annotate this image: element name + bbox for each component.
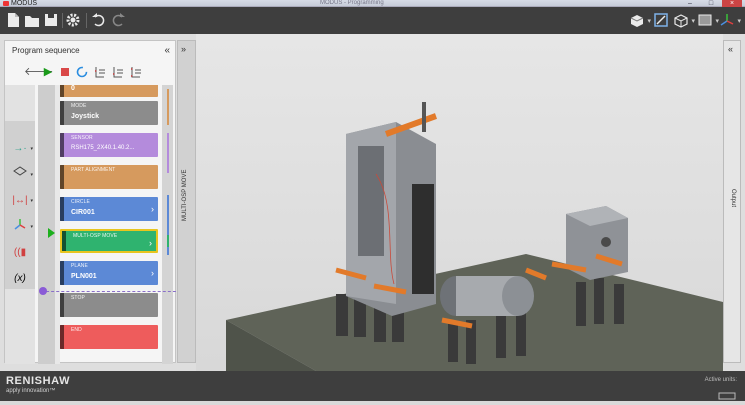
cylinder-part — [440, 276, 534, 316]
axes-icon[interactable]: ▾ — [718, 11, 741, 29]
toolbar-separator — [62, 13, 63, 28]
card-label: CIRCLE — [71, 199, 90, 205]
card-label: MODE — [71, 103, 87, 109]
display-mode-icon[interactable]: ▾ — [696, 11, 719, 29]
sequence-item-plane[interactable]: PLANE PLN001 › — [60, 261, 158, 285]
probe-arm — [384, 102, 438, 137]
new-file-icon[interactable] — [4, 11, 22, 29]
window-caption: MODUS - Programming — [320, 0, 384, 6]
brand-logo: RENISHAW — [6, 375, 71, 387]
current-step-cursor-icon — [48, 228, 55, 238]
scroll-marker — [167, 89, 169, 125]
zoom-fit-icon[interactable] — [652, 11, 670, 29]
sequence-item-multi-osp-move[interactable]: MULTI-OSP MOVE › — [60, 229, 158, 253]
card-label: PART ALIGNMENT — [71, 167, 116, 173]
brand-tagline: apply innovation™ — [6, 388, 56, 394]
card-edge — [60, 197, 64, 221]
toolbar-separator — [86, 13, 87, 28]
dimension-icon[interactable]: |↔| ▾ — [8, 191, 33, 211]
feature-icon[interactable]: ▾ — [8, 165, 33, 185]
minimize-button[interactable]: – — [680, 0, 700, 7]
sequence-item-sensor[interactable]: SENSOR RSH175_2X40.1.40.2... — [60, 133, 158, 157]
sequence-item-part-alignment[interactable]: PART ALIGNMENT — [60, 165, 158, 189]
settings-icon[interactable] — [64, 11, 82, 29]
card-edge — [60, 293, 64, 317]
card-edge — [60, 261, 64, 285]
main-toolbar: ▾ ▾ ▾ ▾ — [0, 7, 745, 34]
modus-logo-icon — [3, 1, 9, 6]
card-value: RSH175_2X40.1.40.2... — [71, 145, 135, 151]
3d-viewport[interactable] — [196, 34, 723, 371]
window-title: MODUS — [11, 0, 38, 7]
maximize-button[interactable]: □ — [701, 0, 721, 7]
card-label: STOP — [71, 295, 85, 301]
active-units-label: Active units: — [704, 377, 737, 383]
window-tab[interactable]: MODUS — [2, 0, 37, 7]
view-cube-icon[interactable]: ▾ — [672, 11, 695, 29]
back-icon[interactable]: 🡐 — [24, 65, 54, 79]
chevron-right-icon[interactable]: › — [151, 204, 154, 214]
output-panel-title: Output — [730, 189, 736, 208]
step-icon[interactable] — [93, 65, 107, 79]
chevron-right-icon[interactable]: › — [151, 268, 154, 278]
card-label: PLANE — [71, 263, 88, 269]
play-icon[interactable]: ▶ — [41, 65, 55, 79]
card-edge — [60, 133, 64, 157]
card-value: 0 — [71, 85, 75, 92]
cmm-scene — [226, 102, 723, 371]
card-value: PLN001 — [71, 273, 97, 280]
close-button[interactable]: × — [722, 0, 742, 7]
sequence-scrollbar[interactable] — [162, 85, 173, 364]
sequence-gutter — [38, 85, 55, 364]
card-label: SENSOR — [71, 135, 93, 141]
card-label: END — [71, 327, 82, 333]
execution-line — [41, 291, 181, 292]
cube-icon[interactable]: ▾ — [628, 11, 651, 29]
card-label: MULTI-OSP MOVE — [73, 233, 118, 239]
probe-icon[interactable]: ((▮ — [8, 243, 32, 263]
expand-output-button[interactable]: « — [728, 44, 733, 54]
sequence-item[interactable]: 0 — [60, 85, 158, 97]
collapse-panel-button[interactable]: « — [164, 41, 170, 61]
sequence-item-circle[interactable]: CIRCLE CIR001 › — [60, 197, 158, 221]
units-indicator-icon[interactable] — [717, 387, 737, 400]
card-value: CIR001 — [71, 209, 95, 216]
chevron-right-icon[interactable]: › — [149, 238, 152, 248]
redo-icon[interactable] — [109, 11, 127, 29]
side-panel-title: MULTI-OSP MOVE — [182, 169, 188, 221]
workspace: Program sequence « 🡐 ▶ →· ▾ ▾ |↔| ▾ ▾ ((▮ … — [0, 34, 745, 371]
program-sequence-panel: Program sequence « 🡐 ▶ →· ▾ ▾ |↔| ▾ ▾ ((▮ … — [4, 40, 181, 364]
sequence-list: 0 MODE Joystick SENSOR RSH175_2X40.1.40.2.… — [60, 85, 160, 364]
variable-icon[interactable]: (x) — [8, 269, 32, 289]
card-edge — [60, 85, 64, 97]
undo-icon[interactable] — [90, 11, 108, 29]
step-all-icon[interactable] — [129, 65, 143, 79]
sequence-item-mode[interactable]: MODE Joystick — [60, 101, 158, 125]
output-panel[interactable]: « Output — [723, 40, 741, 363]
move-icon[interactable]: →· ▾ — [8, 139, 33, 159]
card-edge — [60, 101, 64, 125]
status-bar: RENISHAW apply innovation™ Active units: — [0, 371, 745, 401]
save-icon[interactable] — [42, 11, 60, 29]
scroll-marker — [167, 235, 169, 247]
card-edge — [60, 165, 64, 189]
step-back-icon[interactable] — [111, 65, 125, 79]
expand-panel-button[interactable]: » — [181, 44, 186, 54]
card-edge — [62, 231, 66, 251]
sequence-toolbar: 🡐 ▶ — [5, 63, 175, 83]
execution-marker[interactable] — [39, 287, 47, 295]
sequence-item-stop[interactable]: STOP — [60, 293, 158, 317]
sequence-item-end[interactable]: END — [60, 325, 158, 349]
open-folder-icon[interactable] — [23, 11, 41, 29]
scroll-marker — [167, 133, 169, 173]
panel-title: Program sequence — [12, 46, 80, 55]
card-value: Joystick — [71, 113, 100, 120]
title-bar: MODUS MODUS - Programming – □ × — [0, 0, 745, 7]
card-edge — [60, 325, 64, 349]
multi-osp-move-panel[interactable]: » MULTI-OSP MOVE — [177, 40, 196, 363]
command-toolbox: →· ▾ ▾ |↔| ▾ ▾ ((▮ (x) — [5, 85, 35, 364]
refresh-icon[interactable] — [75, 65, 89, 79]
alignment-icon[interactable]: ▾ — [8, 217, 33, 237]
stop-icon[interactable] — [58, 65, 72, 79]
